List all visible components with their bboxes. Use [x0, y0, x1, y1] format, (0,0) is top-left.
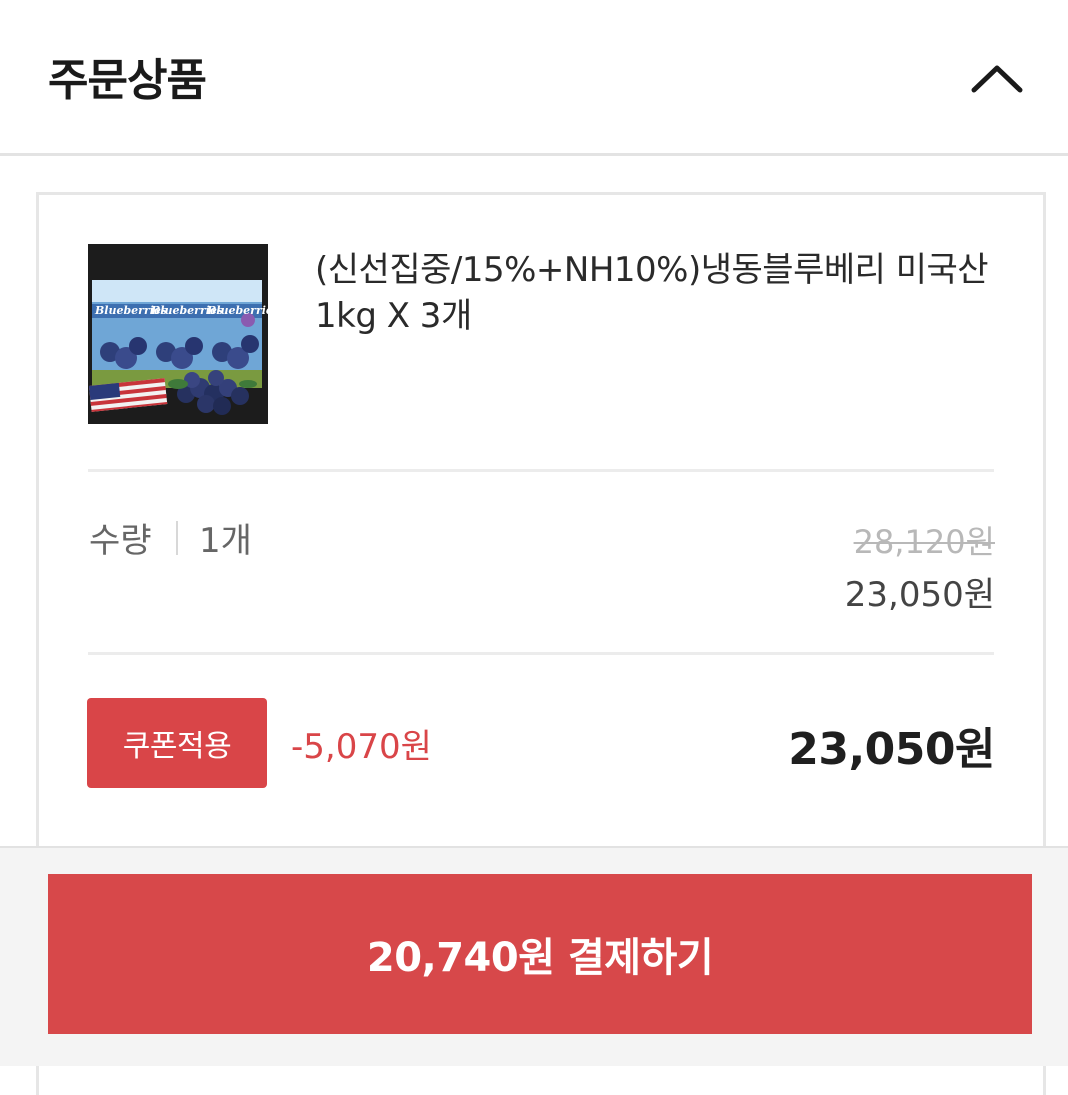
product-thumbnail[interactable]: Blueberries Blueberries Blueberries	[88, 244, 268, 424]
divider	[88, 469, 994, 472]
apply-coupon-button[interactable]: 쿠폰적용	[87, 698, 267, 788]
blueberry-package-image: Blueberries Blueberries Blueberries	[88, 244, 268, 424]
item-total-price: 23,050원	[788, 724, 995, 775]
pay-button[interactable]: 20,740원 결제하기	[48, 874, 1032, 1034]
quantity-label: 수량	[89, 521, 152, 561]
svg-text:Blueberries: Blueberries	[206, 304, 268, 317]
quantity-value: 1개	[199, 521, 252, 561]
checkout-bar: 20,740원 결제하기	[0, 846, 1068, 1066]
divider	[88, 652, 994, 655]
sale-price: 23,050원	[844, 575, 995, 615]
chevron-up-icon	[971, 65, 1023, 93]
section-title: 주문상품	[48, 55, 207, 106]
collapse-button[interactable]	[962, 50, 1032, 106]
coupon-discount-amount: -5,070원	[291, 727, 432, 767]
product-name[interactable]: (신선집중/15%+NH10%)냉동블루베리 미국산 1kg X 3개	[315, 247, 1005, 339]
original-price: 28,120원	[853, 523, 995, 561]
order-items-header: 주문상품	[0, 0, 1068, 156]
quantity-separator	[176, 521, 178, 555]
